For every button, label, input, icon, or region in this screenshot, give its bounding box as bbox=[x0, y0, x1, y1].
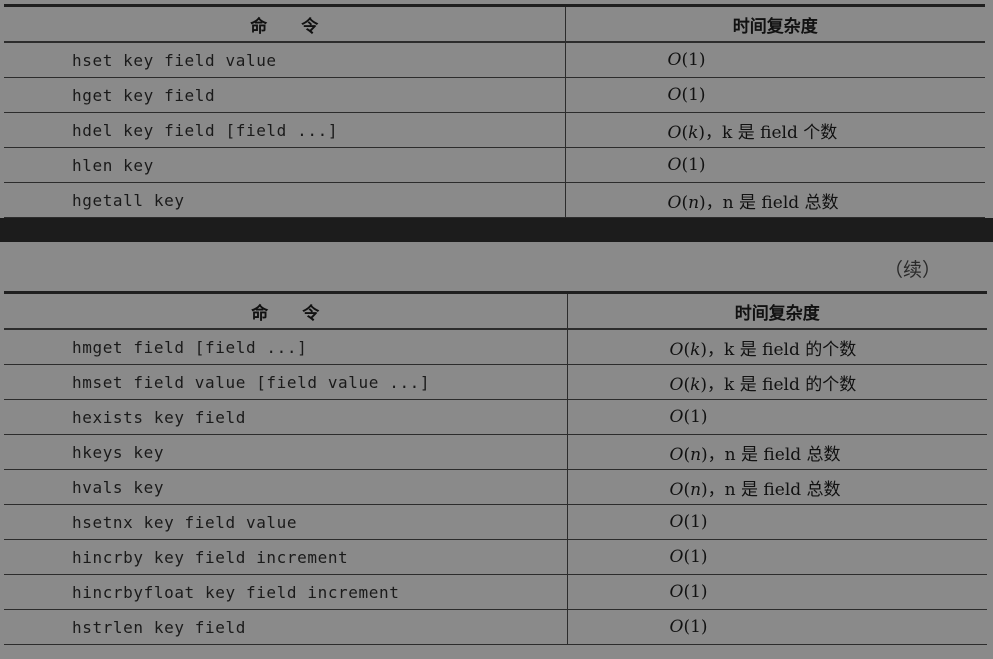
header-row: 命 令时间复杂度 bbox=[4, 292, 987, 330]
complexity-cell: O(1) bbox=[567, 609, 987, 645]
complexity-note: ，k 是 field 的个数 bbox=[707, 374, 857, 395]
complexity-argument: n bbox=[690, 444, 702, 465]
table-row: hsetnx key field value O(1) bbox=[4, 504, 987, 540]
complexity-cell: O(n)，n 是 field 总数 bbox=[567, 434, 987, 470]
table-row: hget key field O(1) bbox=[4, 77, 985, 113]
continued-label: （续） bbox=[883, 259, 941, 281]
table-row: hlen key O(1) bbox=[4, 147, 985, 183]
command-cell: hmset field value [field value ...] bbox=[4, 364, 568, 400]
complexity-argument: 1 bbox=[690, 512, 701, 532]
big-o-symbol: O bbox=[667, 155, 682, 175]
table-row: hdel key field [field ...] O(k)，k 是 field… bbox=[4, 112, 985, 148]
big-o-symbol: O bbox=[667, 122, 682, 143]
big-o-symbol: O bbox=[669, 617, 684, 637]
command-cell: hmget field [field ...] bbox=[4, 328, 568, 365]
command-cell: hsetnx key field value bbox=[4, 504, 568, 540]
table-2-block: 命 令时间复杂度 hmget field [field ...] O(k)，k 是 … bbox=[0, 291, 993, 645]
big-o-symbol: O bbox=[669, 407, 684, 427]
table-row: hstrlen key field O(1) bbox=[4, 609, 987, 645]
complexity-argument: 1 bbox=[688, 50, 699, 70]
command-cell: hlen key bbox=[4, 147, 566, 183]
complexity-cell: O(k)，k 是 field 的个数 bbox=[567, 364, 987, 400]
command-cell: hget key field bbox=[4, 77, 566, 113]
complexity-cell: O(n)，n 是 field 总数 bbox=[565, 182, 985, 218]
complexity-cell: O(1) bbox=[565, 77, 985, 113]
big-o-symbol: O bbox=[669, 444, 684, 465]
table-row: hmset field value [field value ...] O(k)，… bbox=[4, 364, 987, 400]
command-cell: hgetall key bbox=[4, 182, 566, 218]
big-o-symbol: O bbox=[669, 547, 684, 567]
hash-commands-table-1: 命 令时间复杂度 hset key field value O(1) hget key… bbox=[4, 4, 985, 218]
command-cell: hstrlen key field bbox=[4, 609, 568, 645]
command-cell: hdel key field [field ...] bbox=[4, 112, 566, 148]
table-row: hincrbyfloat key field increment O(1) bbox=[4, 574, 987, 610]
complexity-cell: O(1) bbox=[567, 399, 987, 435]
complexity-cell: O(n)，n 是 field 总数 bbox=[567, 469, 987, 505]
complexity-note: ，k 是 field 个数 bbox=[705, 122, 838, 143]
complexity-argument: n bbox=[688, 192, 700, 213]
table-row: hexists key field O(1) bbox=[4, 399, 987, 435]
complexity-argument: k bbox=[690, 339, 701, 360]
big-o-symbol: O bbox=[669, 512, 684, 532]
table-row: hvals key O(n)，n 是 field 总数 bbox=[4, 469, 987, 505]
big-o-symbol: O bbox=[669, 582, 684, 602]
complexity-note: ，n 是 field 总数 bbox=[705, 192, 839, 213]
complexity-argument: k bbox=[688, 122, 699, 143]
complexity-argument: 1 bbox=[690, 617, 701, 637]
page-break-band bbox=[0, 218, 993, 242]
column-header-complexity: 时间复杂度 bbox=[565, 5, 985, 43]
hash-commands-table-2: 命 令时间复杂度 hmget field [field ...] O(k)，k 是 … bbox=[4, 291, 987, 645]
complexity-cell: O(1) bbox=[567, 539, 987, 575]
complexity-cell: O(1) bbox=[565, 147, 985, 183]
complexity-argument: 1 bbox=[688, 85, 699, 105]
table-row: hkeys key O(n)，n 是 field 总数 bbox=[4, 434, 987, 470]
table-row: hincrby key field increment O(1) bbox=[4, 539, 987, 575]
complexity-note: ，k 是 field 的个数 bbox=[707, 339, 857, 360]
big-o-symbol: O bbox=[669, 374, 684, 395]
command-cell: hincrby key field increment bbox=[4, 539, 568, 575]
complexity-argument: 1 bbox=[690, 582, 701, 602]
table-row: hgetall key O(n)，n 是 field 总数 bbox=[4, 182, 985, 218]
column-header-command: 命 令 bbox=[4, 292, 568, 330]
complexity-note: ，n 是 field 总数 bbox=[707, 444, 841, 465]
complexity-note: ，n 是 field 总数 bbox=[707, 479, 841, 500]
big-o-symbol: O bbox=[669, 479, 684, 500]
big-o-symbol: O bbox=[667, 85, 682, 105]
complexity-cell: O(k)，k 是 field 个数 bbox=[565, 112, 985, 148]
command-cell: hincrbyfloat key field increment bbox=[4, 574, 568, 610]
big-o-symbol: O bbox=[669, 339, 684, 360]
header-row: 命 令时间复杂度 bbox=[4, 5, 985, 43]
table-row: hmget field [field ...] O(k)，k 是 field 的个… bbox=[4, 328, 987, 365]
complexity-cell: O(1) bbox=[567, 574, 987, 610]
complexity-cell: O(1) bbox=[567, 504, 987, 540]
command-cell: hvals key bbox=[4, 469, 568, 505]
table-row: hset key field value O(1) bbox=[4, 41, 985, 78]
table-1-block: 命 令时间复杂度 hset key field value O(1) hget key… bbox=[0, 4, 993, 218]
big-o-symbol: O bbox=[667, 50, 682, 70]
complexity-argument: k bbox=[690, 374, 701, 395]
command-cell: hset key field value bbox=[4, 41, 566, 78]
column-header-command: 命 令 bbox=[4, 5, 566, 43]
complexity-argument: 1 bbox=[688, 155, 699, 175]
command-cell: hkeys key bbox=[4, 434, 568, 470]
command-cell: hexists key field bbox=[4, 399, 568, 435]
complexity-argument: 1 bbox=[690, 407, 701, 427]
complexity-argument: n bbox=[690, 479, 702, 500]
big-o-symbol: O bbox=[667, 192, 682, 213]
complexity-argument: 1 bbox=[690, 547, 701, 567]
complexity-cell: O(k)，k 是 field 的个数 bbox=[567, 328, 987, 365]
complexity-cell: O(1) bbox=[565, 41, 985, 78]
column-header-complexity: 时间复杂度 bbox=[567, 292, 987, 330]
